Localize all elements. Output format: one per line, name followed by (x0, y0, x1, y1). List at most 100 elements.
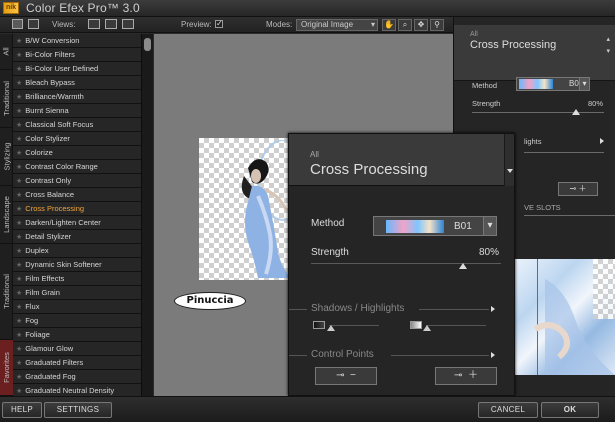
right-highlights-slider[interactable] (524, 152, 604, 153)
ok-button[interactable]: OK (541, 402, 599, 418)
favorite-star-icon[interactable]: ★ (16, 52, 22, 59)
favorite-star-icon[interactable]: ★ (16, 150, 22, 157)
favorite-star-icon[interactable]: ★ (16, 94, 22, 101)
view-single-button[interactable] (88, 19, 100, 29)
split-view-icon[interactable] (28, 19, 39, 29)
view-side-by-side-button[interactable] (105, 19, 117, 29)
right-strength-slider-track[interactable] (472, 112, 604, 113)
zoom-tool-icon[interactable]: ⌕ (398, 19, 412, 31)
favorite-star-icon[interactable]: ★ (16, 164, 22, 171)
collapse-up-icon[interactable]: ▴ (606, 35, 610, 43)
highlights-slider-track[interactable] (426, 325, 486, 326)
category-tab-stylizing[interactable]: Stylizing (0, 128, 13, 186)
category-tab-favorites[interactable]: Favorites (0, 340, 13, 396)
cancel-button[interactable]: CANCEL (478, 402, 538, 418)
favorite-star-icon[interactable]: ★ (16, 122, 22, 129)
category-tab-all[interactable]: All (0, 34, 13, 70)
loupe-preview[interactable] (515, 259, 615, 375)
category-tab-landscape[interactable]: Landscape (0, 186, 13, 244)
filter-list-item[interactable]: ★ Contrast Only (13, 174, 141, 188)
favorite-star-icon[interactable]: ★ (16, 290, 22, 297)
right-add-control-point-button[interactable]: ⊸ ＋ (558, 182, 598, 196)
filter-list-item[interactable]: ★ Detail Stylizer (13, 230, 141, 244)
panel-collapse-strip[interactable] (504, 134, 514, 186)
filter-list-item[interactable]: ★ Cross Balance (13, 188, 141, 202)
favorite-star-icon[interactable]: ★ (16, 318, 22, 325)
filter-list-item[interactable]: ★ Cross Processing (13, 202, 141, 216)
shadows-slider-track[interactable] (329, 325, 379, 326)
filter-list-item[interactable]: ★ Bleach Bypass (13, 76, 141, 90)
settings-button[interactable]: SETTINGS (44, 402, 112, 418)
filter-list-item[interactable]: ★ Graduated Neutral Density (13, 384, 141, 396)
category-tab-traditional[interactable]: Traditional (0, 70, 13, 128)
right-method-select[interactable]: B01 ▾ (516, 77, 590, 91)
favorite-star-icon[interactable]: ★ (16, 276, 22, 283)
filter-list-item[interactable]: ★ Film Effects (13, 272, 141, 286)
favorite-star-icon[interactable]: ★ (16, 248, 22, 255)
favorite-star-icon[interactable]: ★ (16, 374, 22, 381)
filter-list-item[interactable]: ★ Darken/Lighten Center (13, 216, 141, 230)
filter-list-item[interactable]: ★ Graduated Filters (13, 356, 141, 370)
preview-checkbox[interactable]: ✓ (215, 20, 223, 28)
expand-caret-icon[interactable] (600, 138, 604, 144)
filter-list-item[interactable]: ★ Contrast Color Range (13, 160, 141, 174)
filter-list-item[interactable]: ★ Glamour Glow (13, 342, 141, 356)
strength-slider-thumb[interactable] (459, 263, 467, 269)
remove-control-point-button[interactable]: ⊸ − (315, 367, 377, 385)
filter-list-item[interactable]: ★ Film Grain (13, 286, 141, 300)
hand-tool-button[interactable]: ✋ (382, 19, 396, 31)
view-split-button[interactable] (122, 19, 134, 29)
help-button[interactable]: HELP (2, 402, 42, 418)
eyedropper-tool-button[interactable]: ⚲ (430, 19, 444, 31)
strength-slider-track[interactable] (311, 263, 501, 264)
filter-list-item[interactable]: ★ Bi-Color User Defined (13, 62, 141, 76)
scrollbar-thumb[interactable] (144, 38, 151, 51)
favorite-star-icon[interactable]: ★ (16, 136, 22, 143)
filter-list-item[interactable]: ★ Dynamic Skin Softener (13, 258, 141, 272)
filter-list-item[interactable]: ★ Brilliance/Warmth (13, 90, 141, 104)
filter-list-item[interactable]: ★ Foliage (13, 328, 141, 342)
control-points-expand-icon[interactable] (491, 352, 495, 358)
modes-select[interactable]: Original Image (296, 19, 378, 31)
filter-list-item[interactable]: ★ B/W Conversion (13, 34, 141, 48)
filter-list: ★ B/W Conversion ★ Bi-Color Filters ★ Bi-Colo… (13, 34, 141, 396)
favorite-star-icon[interactable]: ★ (16, 220, 22, 227)
category-tab-traditional-2[interactable]: Traditional (0, 244, 13, 340)
favorite-star-icon[interactable]: ★ (16, 108, 22, 115)
favorite-star-icon[interactable]: ★ (16, 66, 22, 73)
favorite-star-icon[interactable]: ★ (16, 360, 22, 367)
filter-list-item[interactable]: ★ Flux (13, 300, 141, 314)
add-control-point-button[interactable]: ⊸ ＋ (435, 367, 497, 385)
filter-list-item[interactable]: ★ Burnt Sienna (13, 104, 141, 118)
shadows-slider-thumb[interactable] (327, 325, 335, 331)
shadows-highlights-header: Shadows / Highlights (311, 303, 405, 314)
favorite-star-icon[interactable]: ★ (16, 262, 22, 269)
filter-list-item[interactable]: ★ Graduated Fog (13, 370, 141, 384)
pan-tool-button[interactable]: ✥ (414, 19, 428, 31)
favorite-star-icon[interactable]: ★ (16, 234, 22, 241)
filter-list-item[interactable]: ★ Fog (13, 314, 141, 328)
favorite-star-icon[interactable]: ★ (16, 80, 22, 87)
single-view-icon[interactable] (12, 19, 23, 29)
collapse-down-icon[interactable]: ▾ (606, 47, 610, 55)
favorite-star-icon[interactable]: ★ (16, 346, 22, 353)
filter-list-item[interactable]: ★ Classical Soft Focus (13, 118, 141, 132)
filter-list-scrollbar[interactable] (141, 34, 153, 396)
favorite-star-icon[interactable]: ★ (16, 38, 22, 45)
filter-list-item[interactable]: ★ Bi-Color Filters (13, 48, 141, 62)
right-strength-slider-thumb[interactable] (572, 109, 580, 115)
filter-list-item[interactable]: ★ Duplex (13, 244, 141, 258)
shadows-highlights-expand-icon[interactable] (491, 306, 495, 312)
favorite-star-icon[interactable]: ★ (16, 192, 22, 199)
favorite-star-icon[interactable]: ★ (16, 388, 22, 395)
favorite-star-icon[interactable]: ★ (16, 332, 22, 339)
favorite-star-icon[interactable]: ★ (16, 178, 22, 185)
filter-list-item[interactable]: ★ Color Stylizer (13, 132, 141, 146)
filter-list-item[interactable]: ★ Colorize (13, 146, 141, 160)
favorite-star-icon[interactable]: ★ (16, 304, 22, 311)
method-select[interactable]: B01 ▾ (373, 216, 497, 236)
favorite-star-icon[interactable]: ★ (16, 206, 22, 213)
highlights-slider-thumb[interactable] (423, 325, 431, 331)
preview-label: Preview: (181, 20, 212, 29)
filter-name: Glamour Glow (25, 344, 74, 353)
